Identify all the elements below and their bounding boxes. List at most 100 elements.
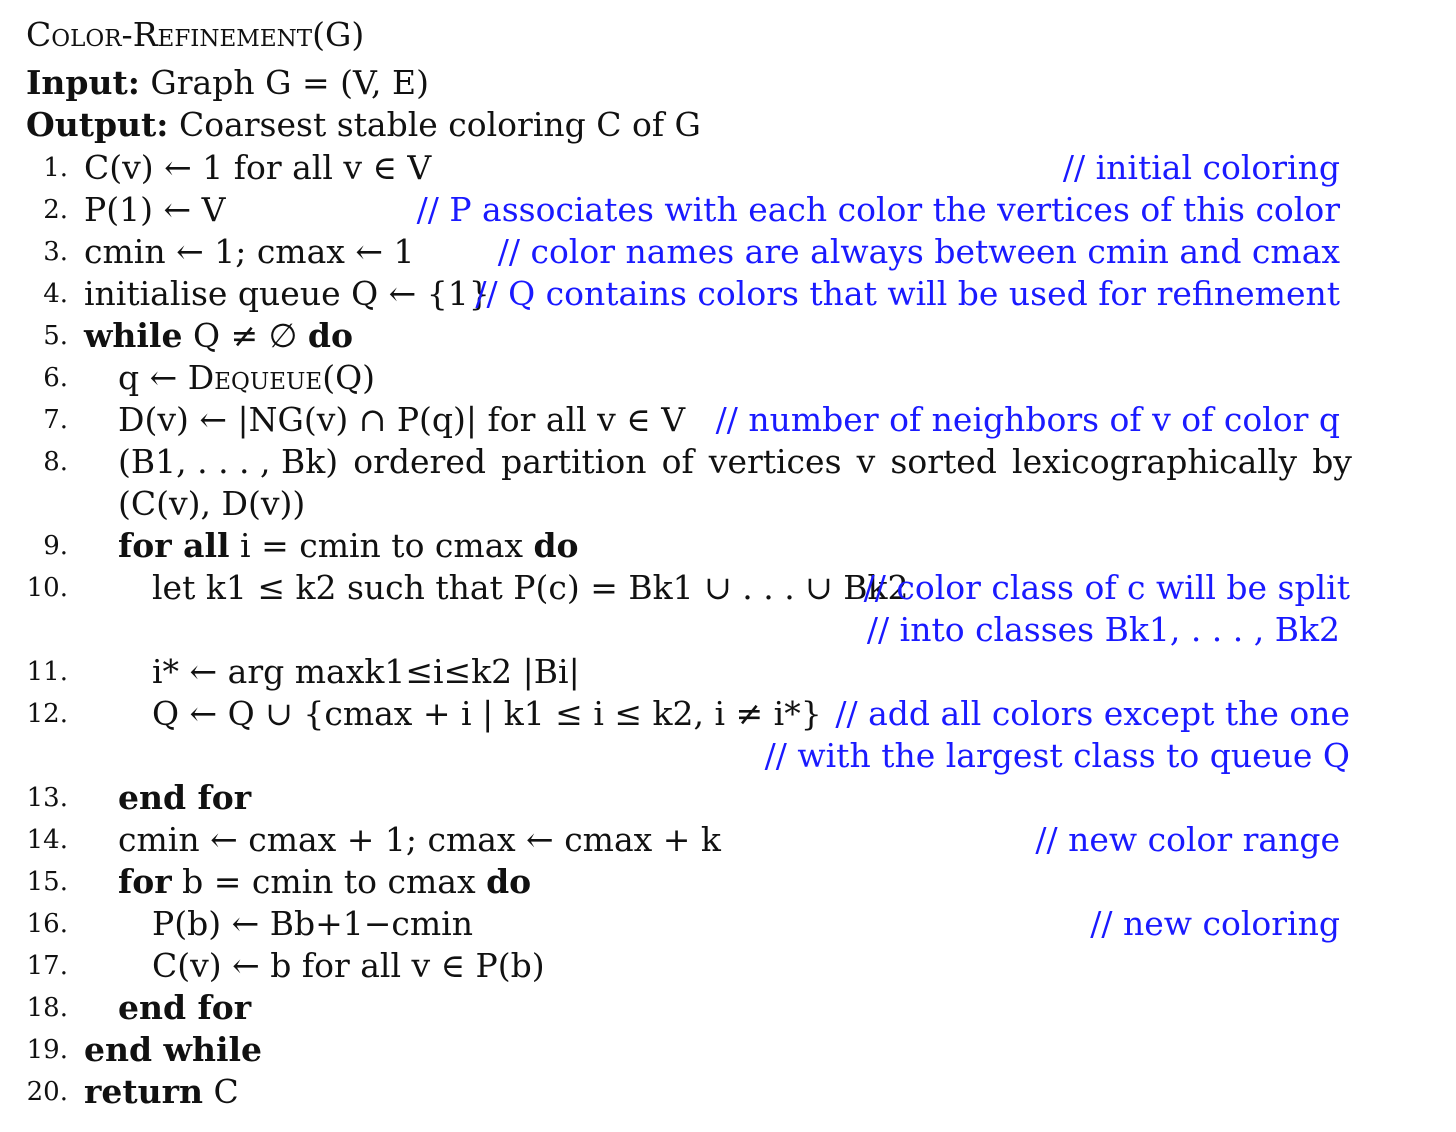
line-number: 1. — [43, 153, 68, 183]
line-code: C(v) ← 1 for all v ∈ V — [84, 148, 432, 187]
line-comment: // color class of c will be split — [863, 568, 1350, 607]
keyword-for-all: for all — [118, 526, 230, 565]
code-suffix: (Q) — [322, 358, 376, 397]
justified-word: sorted — [890, 442, 997, 481]
line-code: D(v) ← |NG(v) ∩ P(q)| for all v ∈ V — [118, 400, 686, 439]
line-2: 2. P(1) ← V // P associates with each co… — [0, 189, 1456, 231]
return-value: C — [213, 1072, 239, 1111]
line-number: 2. — [43, 195, 68, 225]
line-20: 20. return C — [0, 1071, 1456, 1113]
line-17: 17. C(v) ← b for all v ∈ P(b) — [0, 945, 1456, 987]
line-comment: // new coloring — [1090, 904, 1340, 943]
line-number: 14. — [26, 825, 68, 855]
line-number: 3. — [43, 237, 68, 267]
line-4: 4. initialise queue Q ← {1} // Q contain… — [0, 273, 1456, 315]
line-number: 20. — [26, 1077, 68, 1107]
line-12-comment-continuation: // with the largest class to queue Q — [0, 735, 1456, 777]
loop-range: i = cmin to cmax — [240, 526, 523, 565]
line-16: 16. P(b) ← Bb+1−cmin // new coloring — [0, 903, 1456, 945]
line-code: return C — [84, 1071, 239, 1113]
line-15: 15. for b = cmin to cmax do — [0, 861, 1456, 903]
line-code: initialise queue Q ← {1} — [84, 274, 490, 313]
keyword-do: do — [486, 862, 532, 901]
justified-word: ordered — [353, 442, 486, 481]
keyword-end-for: end for — [118, 988, 252, 1027]
line-number: 10. — [26, 573, 68, 603]
line-10: 10. let k1 ≤ k2 such that P(c) = Bk1 ∪ .… — [0, 567, 1456, 609]
loop-range: b = cmin to cmax — [182, 862, 476, 901]
line-number: 11. — [26, 657, 68, 687]
line-comment: // number of neighbors of v of color q — [715, 400, 1340, 439]
line-number: 18. — [26, 993, 68, 1023]
justified-word: v — [856, 442, 876, 481]
line-9: 9. for all i = cmin to cmax do — [0, 525, 1456, 567]
line-comment: // Q contains colors that will be used f… — [475, 274, 1340, 313]
line-code: cmin ← 1; cmax ← 1 — [84, 232, 415, 271]
line-number: 12. — [26, 699, 68, 729]
line-10-comment-continuation: // into classes Bk1, . . . , Bk2 — [0, 609, 1456, 651]
line-13: 13. end for — [0, 777, 1456, 819]
line-19: 19. end while — [0, 1029, 1456, 1071]
keyword-return: return — [84, 1072, 203, 1111]
line-5: 5. while Q ≠ ∅ do — [0, 315, 1456, 357]
justified-word: vertices — [708, 442, 842, 481]
code-prefix: q ← — [118, 358, 188, 397]
justified-word: of — [661, 442, 694, 481]
dequeue-call: Dequeue — [187, 358, 323, 397]
keyword-end-for: end for — [118, 778, 252, 817]
line-number: 19. — [26, 1035, 68, 1065]
line-number: 6. — [43, 363, 68, 393]
line-code: while Q ≠ ∅ do — [84, 315, 353, 357]
line-code: i* ← arg maxk1≤i≤k2 |Bi| — [152, 652, 580, 691]
line-code: P(b) ← Bb+1−cmin — [152, 904, 473, 943]
line-number: 9. — [43, 531, 68, 561]
line-number: 15. — [26, 867, 68, 897]
justified-word: lexicographically — [1012, 442, 1298, 481]
line-comment: // add all colors except the one — [835, 694, 1350, 733]
line-comment: // into classes Bk1, . . . , Bk2 — [866, 610, 1340, 649]
keyword-while: while — [84, 316, 183, 355]
algorithm-title: Color-Refinement(G) — [26, 14, 364, 56]
keyword-end-while: end while — [84, 1030, 263, 1069]
line-1: 1. C(v) ← 1 for all v ∈ V // initial col… — [0, 147, 1456, 189]
keyword-do: do — [307, 316, 353, 355]
line-code: (C(v), D(v)) — [118, 484, 306, 523]
line-code: let k1 ≤ k2 such that P(c) = Bk1 ∪ . . .… — [152, 568, 909, 607]
line-code: C(v) ← b for all v ∈ P(b) — [152, 946, 545, 985]
line-code: cmin ← cmax + 1; cmax ← cmax + k — [118, 820, 721, 859]
line-number: 17. — [26, 951, 68, 981]
line-code: for all i = cmin to cmax do — [118, 525, 579, 567]
input-label: Input: — [26, 63, 140, 102]
line-number: 13. — [26, 783, 68, 813]
keyword-for: for — [118, 862, 172, 901]
output-spec: Output: Coarsest stable coloring C of G — [26, 104, 701, 146]
line-number: 8. — [43, 447, 68, 477]
line-comment: // new color range — [1035, 820, 1340, 859]
line-comment: // P associates with each color the vert… — [416, 190, 1340, 229]
line-14: 14. cmin ← cmax + 1; cmax ← cmax + k // … — [0, 819, 1456, 861]
line-comment: // initial coloring — [1062, 148, 1340, 187]
input-spec: Input: Graph G = (V, E) — [26, 62, 429, 104]
line-12: 12. Q ← Q ∪ {cmax + i | k1 ≤ i ≤ k2, i ≠… — [0, 693, 1456, 735]
line-3: 3. cmin ← 1; cmax ← 1 // color names are… — [0, 231, 1456, 273]
line-comment: // color names are always between cmin a… — [497, 232, 1340, 271]
line-11: 11. i* ← arg maxk1≤i≤k2 |Bi| — [0, 651, 1456, 693]
line-code-justified: (B1, . . . , Bk) ordered partition of ve… — [118, 441, 1352, 483]
justified-word: by — [1312, 442, 1352, 481]
line-6: 6. q ← Dequeue(Q) — [0, 357, 1456, 399]
algorithm-listing: Color-Refinement(G) Input: Graph G = (V,… — [0, 0, 1456, 1132]
line-8: 8. (B1, . . . , Bk) ordered partition of… — [0, 441, 1456, 483]
output-text: Coarsest stable coloring C of G — [178, 105, 701, 144]
input-text: Graph G = (V, E) — [150, 63, 429, 102]
line-18: 18. end for — [0, 987, 1456, 1029]
line-number: 16. — [26, 909, 68, 939]
line-code: Q ← Q ∪ {cmax + i | k1 ≤ i ≤ k2, i ≠ i*} — [152, 694, 822, 733]
algorithm-name: Color-Refinement(G) — [26, 15, 365, 54]
justified-word: (B1, . . . , Bk) — [118, 442, 339, 481]
line-number: 5. — [43, 321, 68, 351]
line-code: q ← Dequeue(Q) — [118, 357, 375, 399]
line-comment: // with the largest class to queue Q — [764, 736, 1350, 775]
line-8-continuation: (C(v), D(v)) — [0, 483, 1456, 525]
line-number: 7. — [43, 405, 68, 435]
line-code: P(1) ← V — [84, 190, 226, 229]
